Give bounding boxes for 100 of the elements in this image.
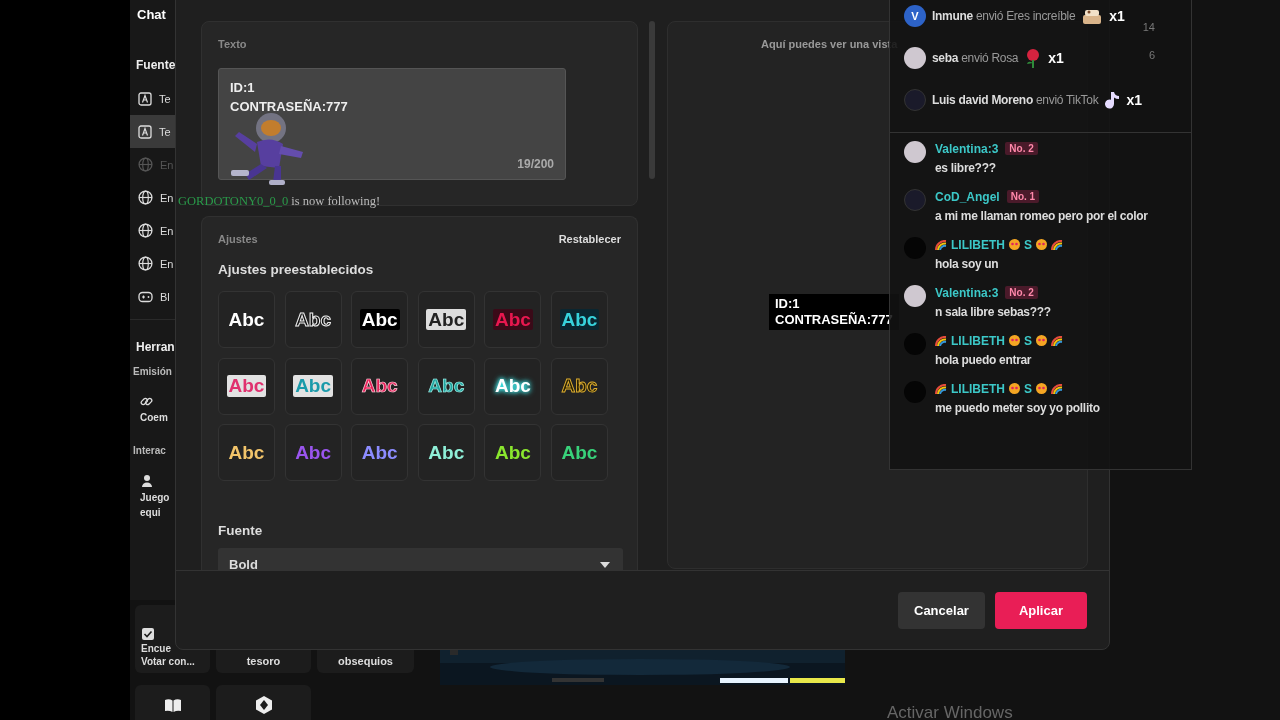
link-icon <box>140 395 153 408</box>
chat-message: n sala libre sebas??? <box>935 305 1051 319</box>
rank-badge: No. 2 <box>1005 142 1038 155</box>
preset-button[interactable]: Abc <box>417 357 475 415</box>
globe-icon <box>138 190 153 205</box>
section-label: Emisión <box>132 365 173 379</box>
tool-tile[interactable] <box>135 685 210 720</box>
gift-count: x1 <box>1048 49 1064 66</box>
sidebar-item[interactable]: Te <box>130 115 175 148</box>
font-label: Fuente <box>218 523 264 539</box>
section-label: Ajustes <box>218 233 258 245</box>
avatar <box>904 285 926 307</box>
rank-badge: No. 2 <box>1005 286 1038 299</box>
username: LILIBETH <box>951 237 1005 252</box>
rainbow-icon <box>1051 239 1063 250</box>
rank-badge: No. 1 <box>1006 190 1040 203</box>
smiley-icon <box>1036 383 1047 394</box>
preset-button[interactable]: Abc <box>550 291 608 348</box>
text-field[interactable]: ID:1 CONTRASEÑA:777 19/200 <box>218 68 566 180</box>
preset-button[interactable]: Abc <box>351 357 409 415</box>
gift-message: Luis david Moreno envió TikTok <box>932 92 1099 107</box>
sidebar-item[interactable]: En <box>130 181 175 214</box>
caret-icon <box>600 562 610 569</box>
preset-button[interactable]: Abc <box>417 424 475 482</box>
username: Valentina:3 <box>935 141 999 156</box>
checkbox-icon <box>141 627 155 641</box>
preset-button[interactable]: Abc <box>218 424 275 482</box>
scrollbar[interactable] <box>649 21 655 179</box>
section-label: Texto <box>218 38 248 50</box>
chat-message: es libre??? <box>935 161 997 175</box>
rainbow-icon <box>1051 383 1063 394</box>
cancel-button[interactable]: Cancelar <box>898 591 985 629</box>
chat-message: hola soy un <box>935 257 1000 271</box>
preset-button[interactable]: Abc <box>484 357 542 415</box>
preset-button[interactable]: Abc <box>484 291 542 348</box>
character-counter: 19/200 <box>517 157 554 171</box>
avatar: V <box>904 4 926 27</box>
gift-count: x1 <box>1109 7 1125 24</box>
book-icon <box>163 697 182 713</box>
globe-icon <box>138 223 153 238</box>
chat-message: me puedo meter soy yo pollito <box>935 401 1100 415</box>
sidebar-item[interactable]: En <box>130 247 175 280</box>
preset-button[interactable]: Abc <box>417 291 475 348</box>
smiley-icon <box>1036 335 1047 346</box>
field-value: ID:1 CONTRASEÑA:777 <box>230 79 348 116</box>
presets-title: Ajustes preestablecidos <box>218 262 375 277</box>
text-icon <box>138 91 152 106</box>
username: LILIBETH <box>951 333 1005 348</box>
sidebar-item[interactable]: Bl <box>130 280 175 313</box>
gift-count: x1 <box>1126 91 1142 108</box>
globe-icon <box>138 157 153 172</box>
count-label: 14 <box>1142 21 1155 33</box>
preset-button[interactable]: Abc <box>218 291 275 348</box>
rainbow-icon <box>935 239 947 250</box>
username-tag: S <box>1024 237 1032 252</box>
rainbow-icon <box>935 335 947 346</box>
preset-button[interactable]: Abc <box>550 424 608 482</box>
sidebar-item[interactable]: En <box>130 214 175 247</box>
section-label: Interac <box>132 444 167 458</box>
apply-button[interactable]: Aplicar <box>994 591 1087 629</box>
gift-message: Inmune envió Eres increíble <box>932 8 1076 23</box>
font-dropdown[interactable]: Bold <box>218 548 623 570</box>
panel-title: Chat <box>136 6 167 24</box>
hexagon-icon <box>254 695 273 715</box>
person-icon <box>140 474 154 488</box>
rainbow-icon <box>1051 335 1063 346</box>
tool-tile[interactable] <box>216 685 311 720</box>
avatar <box>904 189 926 211</box>
rainbow-icon <box>935 383 947 394</box>
count-label: 6 <box>1148 49 1155 61</box>
sidebar-item[interactable]: Te <box>130 82 175 115</box>
tool-tile[interactable]: Juego equi <box>140 470 170 522</box>
smiley-icon <box>1009 383 1020 394</box>
avatar <box>904 88 926 111</box>
preset-button[interactable]: Abc <box>484 424 542 482</box>
username: CoD_Angel <box>935 189 1000 204</box>
chat-message: hola puedo entrar <box>935 353 1033 367</box>
globe-icon <box>138 256 153 271</box>
gamepad-icon <box>138 289 153 304</box>
reset-link[interactable]: Restablecer <box>558 233 621 245</box>
gift-message: seba envió Rosa <box>932 50 1019 65</box>
follow-notification: GORDOTONY0_0_0 is now following! <box>178 194 381 209</box>
music-note-icon <box>1104 89 1121 110</box>
username-tag: S <box>1024 333 1032 348</box>
preset-button[interactable]: Abc <box>284 424 342 482</box>
avatar <box>904 141 926 163</box>
smiley-icon <box>1009 335 1020 346</box>
username: LILIBETH <box>951 381 1005 396</box>
activation-notice: Activar Windows <box>887 703 1013 720</box>
preset-button[interactable]: Abc <box>351 291 409 348</box>
avatar <box>904 46 926 69</box>
username: Valentina:3 <box>935 285 999 300</box>
tool-tile[interactable]: Coem <box>140 391 168 427</box>
chat-message: a mi me llaman romeo pero por el color <box>935 209 1148 223</box>
smiley-icon <box>1036 239 1047 250</box>
section-title: Fuente <box>135 57 177 74</box>
text-icon <box>138 124 152 139</box>
username-tag: S <box>1024 381 1032 396</box>
smiley-icon <box>1009 239 1020 250</box>
preset-button[interactable]: Abc <box>351 424 409 482</box>
